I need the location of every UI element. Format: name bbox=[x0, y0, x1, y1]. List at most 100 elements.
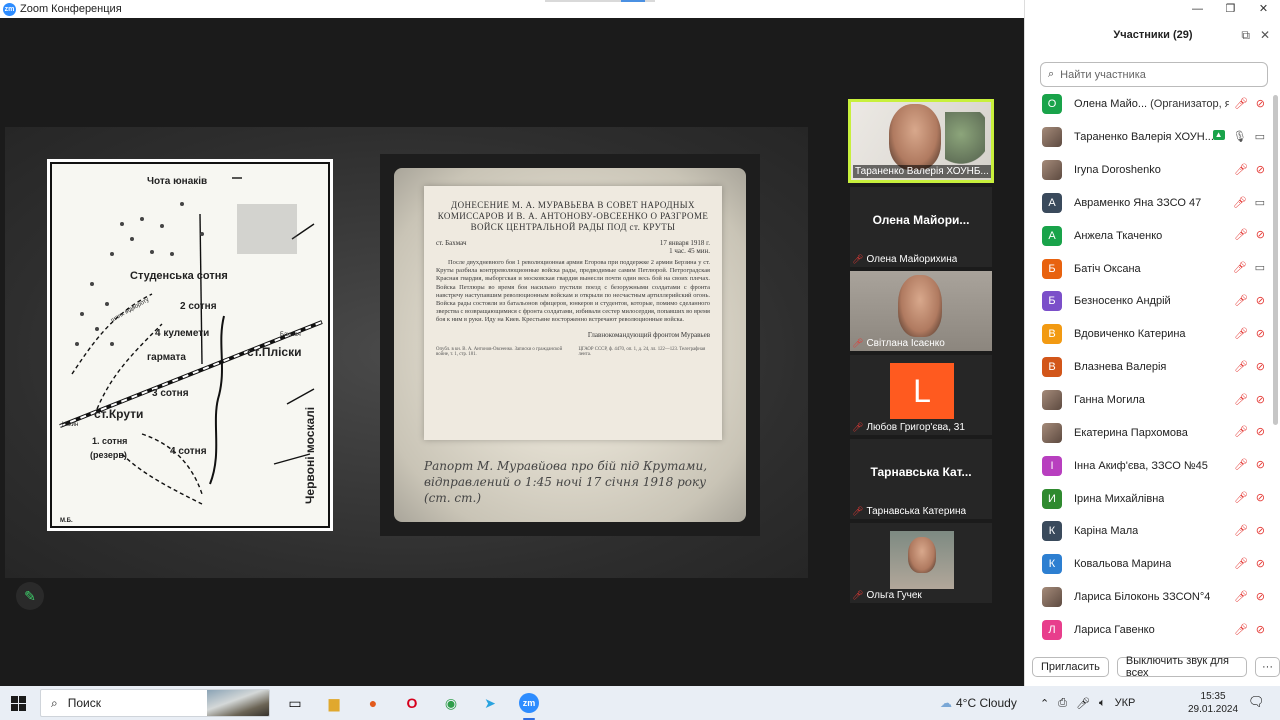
participant-row[interactable]: И Ірина Михайлівна 🎤︎ ⊘ bbox=[1025, 482, 1273, 515]
participant-row[interactable]: А Авраменко Яна ЗЗСО 47 🎤︎ ▭ bbox=[1025, 187, 1273, 220]
firefox-icon[interactable]: ● bbox=[359, 689, 387, 717]
camera-off-icon[interactable]: ⊘ bbox=[1256, 491, 1265, 504]
participant-row[interactable]: Л Лариса Гавенко 🎤︎ ⊘ bbox=[1025, 614, 1273, 647]
participant-row[interactable]: А Анжела Ткаченко 🎤︎ ⊘ bbox=[1025, 219, 1273, 252]
participant-row[interactable]: І Інна Акиф'єва, ЗЗСО №45 🎤︎ ⊘ bbox=[1025, 449, 1273, 482]
document-caption: Рапорт М. Муравйова про бій під Крутами,… bbox=[424, 459, 708, 505]
video-tile-camera[interactable]: 🎤︎ Світлана Ісаєнко bbox=[850, 271, 992, 351]
mic-muted-icon[interactable]: 🎤︎ bbox=[1234, 491, 1248, 504]
participant-row[interactable]: О Олена Майо... (Организатор, я) 🎤︎ ⊘ bbox=[1025, 88, 1273, 121]
mic-muted-icon[interactable]: 🎤︎ bbox=[1234, 425, 1248, 438]
participant-row[interactable]: Ганна Могила 🎤︎ ⊘ bbox=[1025, 384, 1273, 417]
participant-row[interactable]: Iryna Doroshenko 🎤︎ ⊘ bbox=[1025, 154, 1273, 187]
participant-row[interactable]: Тараненко Валерія ХОУН... ▲ 🎙︎ ▭ bbox=[1025, 121, 1273, 154]
weather-widget[interactable]: ☁ 4°C Cloudy bbox=[940, 686, 1017, 720]
participant-row[interactable]: Б Безносенко Андрій 🎤︎ ⊘ bbox=[1025, 285, 1273, 318]
chrome-icon[interactable]: ◉ bbox=[437, 689, 465, 717]
camera-off-icon[interactable]: ⊘ bbox=[1256, 557, 1265, 570]
participant-status-icons: 🎤︎ ▭ bbox=[1233, 261, 1265, 274]
participants-panel: — ❐ ✕ Участники (29) ⧉ ✕ ⌕ Найти участни… bbox=[1024, 0, 1280, 686]
camera-icon[interactable]: ▭ bbox=[1255, 130, 1265, 143]
participant-name-text: Батіч Оксана bbox=[1074, 262, 1141, 275]
camera-off-icon[interactable]: ⊘ bbox=[1256, 425, 1265, 438]
map-label-sotnia2: 2 сотня bbox=[180, 301, 217, 312]
close-window-button[interactable]: ✕ bbox=[1247, 0, 1280, 18]
mic-muted-icon[interactable]: 🎤︎ bbox=[1234, 294, 1248, 307]
document-title: ДОНЕСЕНИЕ М. А. МУРАВЬЕВА В СОВЕТ НАРОДН… bbox=[437, 200, 709, 232]
opera-icon[interactable]: O bbox=[398, 689, 426, 717]
participant-row[interactable]: В Вдовиченко Катерина 🎤︎ ⊘ bbox=[1025, 318, 1273, 351]
mic-icon[interactable]: 🎙︎ bbox=[1233, 130, 1247, 143]
participant-row[interactable]: К Каріна Мала 🎤︎ ⊘ bbox=[1025, 515, 1273, 548]
mic-muted-icon[interactable]: 🎤︎ bbox=[1233, 261, 1247, 274]
camera-off-icon[interactable]: ⊘ bbox=[1256, 524, 1265, 537]
mic-muted-icon[interactable]: 🎤︎ bbox=[1234, 163, 1248, 176]
mic-muted-icon[interactable]: 🎤︎ bbox=[1234, 97, 1248, 110]
mic-muted-icon[interactable]: 🎤︎ bbox=[1234, 557, 1248, 570]
camera-off-icon[interactable]: ⊘ bbox=[1256, 393, 1265, 406]
camera-off-icon[interactable]: ⊘ bbox=[1256, 327, 1265, 340]
invite-button[interactable]: Пригласить bbox=[1032, 657, 1109, 677]
camera-off-icon[interactable]: ⊘ bbox=[1256, 97, 1265, 110]
mute-all-button[interactable]: Выключить звук для всех bbox=[1116, 655, 1247, 679]
participant-row[interactable]: Б Батіч Оксана 🎤︎ ▭ bbox=[1025, 252, 1273, 285]
camera-off-icon[interactable]: ⊘ bbox=[1256, 623, 1265, 636]
participant-list-scrollbar[interactable] bbox=[1273, 95, 1278, 425]
participant-row[interactable]: Екатерина Пархомова 🎤︎ ⊘ bbox=[1025, 416, 1273, 449]
mic-muted-icon[interactable]: 🎤︎ bbox=[1234, 623, 1248, 636]
more-options-button[interactable]: ··· bbox=[1255, 657, 1280, 677]
participant-row[interactable]: В Влазнева Валерія 🎤︎ ⊘ bbox=[1025, 351, 1273, 384]
participant-name: Ковальова Марина bbox=[1074, 558, 1171, 570]
meet-now-icon[interactable]: ⎙ bbox=[1058, 697, 1067, 710]
participant-list: О Олена Майо... (Организатор, я) 🎤︎ ⊘ Таране… bbox=[1025, 88, 1273, 646]
video-tile-name-only[interactable]: Тарнавська Кат... 🎤︎ Тарнавська Катерина bbox=[850, 439, 992, 519]
telegram-icon[interactable]: ➤ bbox=[476, 689, 504, 717]
minimize-button[interactable]: — bbox=[1181, 0, 1214, 18]
camera-off-icon[interactable]: ⊘ bbox=[1256, 458, 1265, 471]
video-tile-active-speaker[interactable]: Тараненко Валерія ХОУНБ... bbox=[848, 99, 994, 183]
file-explorer-icon[interactable]: ▆ bbox=[320, 689, 348, 717]
search-highlight-image bbox=[207, 690, 269, 716]
participant-name: Ірина Михайлівна bbox=[1074, 493, 1164, 505]
clock[interactable]: 15:35 29.01.2024 bbox=[1188, 690, 1238, 716]
participant-row[interactable]: Лариса Білоконь ЗЗСОN°4 🎤︎ ⊘ bbox=[1025, 581, 1273, 614]
mic-muted-icon[interactable]: 🎤︎ bbox=[1234, 360, 1248, 373]
participant-search-input[interactable]: ⌕ Найти участника bbox=[1040, 62, 1268, 87]
maximize-button[interactable]: ❐ bbox=[1214, 0, 1247, 18]
popout-icon[interactable]: ⧉ bbox=[1241, 28, 1250, 43]
camera-icon[interactable]: ▭ bbox=[1255, 196, 1265, 209]
camera-off-icon[interactable]: ⊘ bbox=[1256, 228, 1265, 241]
annotate-pencil-icon[interactable]: ✎ bbox=[16, 582, 44, 610]
camera-icon[interactable]: ▭ bbox=[1255, 261, 1265, 274]
mic-muted-icon[interactable]: 🎤︎ bbox=[1234, 327, 1248, 340]
language-indicator[interactable]: УКР bbox=[1115, 697, 1136, 709]
participant-row[interactable]: К Ковальова Марина 🎤︎ ⊘ bbox=[1025, 548, 1273, 581]
mic-muted-icon[interactable]: 🎤︎ bbox=[1234, 393, 1248, 406]
camera-off-icon[interactable]: ⊘ bbox=[1256, 163, 1265, 176]
microphone-icon[interactable]: 🎤︎ bbox=[1076, 697, 1090, 710]
profile-photo bbox=[890, 531, 954, 589]
video-tile-avatar[interactable]: L 🎤︎ Любов Григор'єва, 31 bbox=[850, 355, 992, 435]
mic-muted-icon[interactable]: 🎤︎ bbox=[1234, 228, 1248, 241]
participant-name: Влазнева Валерія bbox=[1074, 361, 1166, 373]
start-button[interactable] bbox=[0, 686, 36, 720]
participant-name: Ганна Могила bbox=[1074, 394, 1145, 406]
mic-muted-icon[interactable]: 🎤︎ bbox=[1234, 458, 1248, 471]
zoom-taskbar-icon[interactable]: zm bbox=[515, 689, 543, 720]
volume-icon[interactable]: 🔈︎ bbox=[1099, 697, 1106, 710]
map-label-sotnia4: 4 сотня bbox=[170, 446, 207, 457]
chevron-up-icon[interactable]: ⌃ bbox=[1040, 697, 1049, 710]
mic-muted-icon[interactable]: 🎤︎ bbox=[1234, 590, 1248, 603]
video-tile-name-only[interactable]: Олена Майори... 🎤︎ Олена Майорихина bbox=[850, 187, 992, 267]
camera-off-icon[interactable]: ⊘ bbox=[1256, 294, 1265, 307]
mic-muted-icon[interactable]: 🎤︎ bbox=[1233, 196, 1247, 209]
camera-off-icon[interactable]: ⊘ bbox=[1256, 590, 1265, 603]
notifications-icon[interactable]: 🗨︎ bbox=[1248, 694, 1265, 710]
window-title: Zoom Конференция bbox=[20, 3, 122, 15]
video-tile-photo[interactable]: 🎤︎ Ольга Гучек bbox=[850, 523, 992, 603]
camera-off-icon[interactable]: ⊘ bbox=[1256, 360, 1265, 373]
taskbar-search[interactable]: ⌕ Поиск bbox=[40, 689, 270, 717]
mic-muted-icon[interactable]: 🎤︎ bbox=[1234, 524, 1248, 537]
close-icon[interactable]: ✕ bbox=[1260, 28, 1270, 43]
task-view-icon[interactable]: ▭ bbox=[281, 689, 309, 717]
